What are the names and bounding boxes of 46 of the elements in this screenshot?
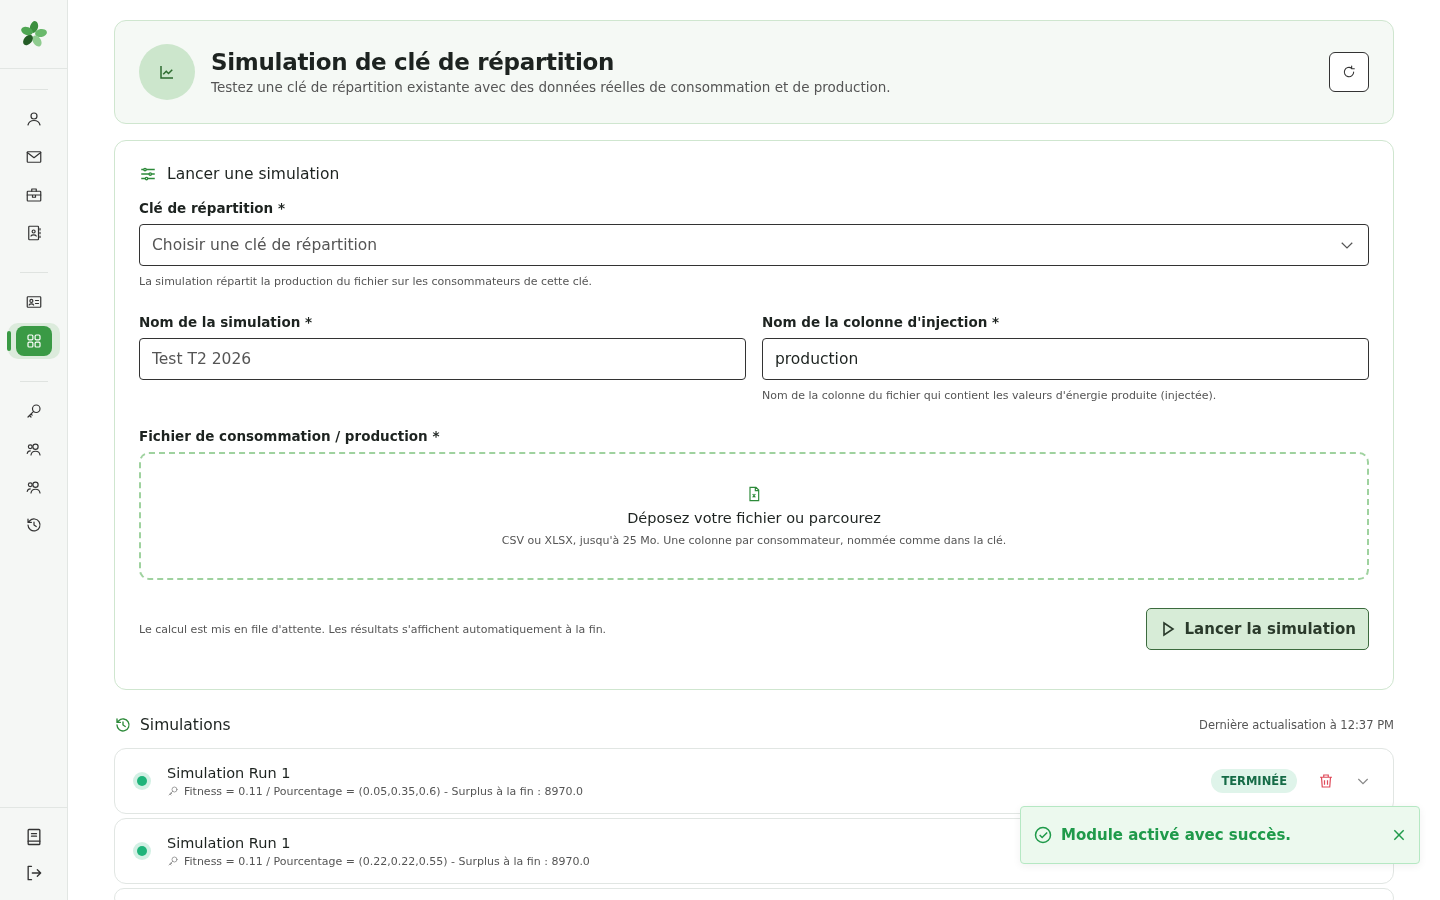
history-icon [24,516,43,534]
field-label: Nom de la simulation * [139,314,314,330]
clover-logo [19,20,48,48]
file-drop-zone[interactable]: Déposez votre fichier ou parcourez CSV ou XLSX, jusqu'à 25 Mo. Une colonne par consommateur, nommée comme dans la clé. [139,452,1369,580]
simulation-name: Simulation Run 1 [167,764,291,781]
page-title: Simulation de clé de répartition [211,49,616,75]
input-field[interactable]: Test T2 2026 [139,338,746,380]
user-icon [24,110,43,128]
field-label: Clé de répartition * [139,200,286,216]
status-badge: TERMINÉE [1211,769,1297,793]
grid-icon [24,332,43,350]
simulation-name: Simulation Run 1 [167,834,291,851]
page-subtitle: Testez une clé de répartition existante avec des données réelles de consommation et de production. [211,79,892,95]
simulation-details: Fitness = 0.11 / Pourcentage = (0.22,0.22,0.55) - Surplus à la fin : 8970.0 [184,854,590,868]
key-icon [167,855,179,867]
chart-icon [139,44,195,100]
briefcase-icon [24,186,43,204]
close-icon[interactable] [1391,827,1407,843]
mail-icon [24,148,43,166]
users-icon [24,478,43,496]
check-circle-icon [1033,825,1053,845]
refresh-icon [1341,64,1357,80]
delete-icon[interactable] [1317,772,1335,790]
input-field[interactable]: production [762,338,1369,380]
key-icon [167,785,179,797]
help-text: Nom de la colonne du fichier qui contient les valeurs d'énergie produite (injectée). [762,389,1218,402]
refresh-button[interactable] [1329,52,1369,92]
sliders-icon [139,165,157,183]
queue-note: Le calcul est mis en file d'attente. Les résultats s'affichent automatiquement à la fin. [139,622,607,636]
id-card-icon [24,293,43,311]
key-select[interactable]: Choisir une clé de répartition [139,224,1369,266]
section-title: Lancer une simulation [167,165,340,183]
last-update-text: Dernière actualisation à 12:37 PM [1199,718,1394,732]
field-label: Fichier de consommation / production * [139,428,441,444]
users-icon [24,440,43,458]
launch-simulation-button[interactable]: Lancer la simulation [1145,608,1369,650]
drop-title: Déposez votre fichier ou parcourez [627,509,881,526]
history-icon [114,716,132,734]
section-title: Simulations [140,716,231,734]
help-text: La simulation répartit la production du fichier sur les consommateurs de cette clé. [139,275,594,288]
play-icon [1160,621,1175,637]
simulation-details: Fitness = 0.11 / Pourcentage = (0.05,0.35,0.6) - Surplus à la fin : 8970.0 [184,784,583,798]
drop-hint: CSV ou XLSX, jusqu'à 25 Mo. Une colonne par consommateur, nommée comme dans la clé. [501,533,1007,547]
spreadsheet-file-icon [746,485,762,502]
toast-message: Module activé avec succès. [1061,826,1293,844]
field-label: Nom de la colonne d'injection * [762,314,1001,330]
